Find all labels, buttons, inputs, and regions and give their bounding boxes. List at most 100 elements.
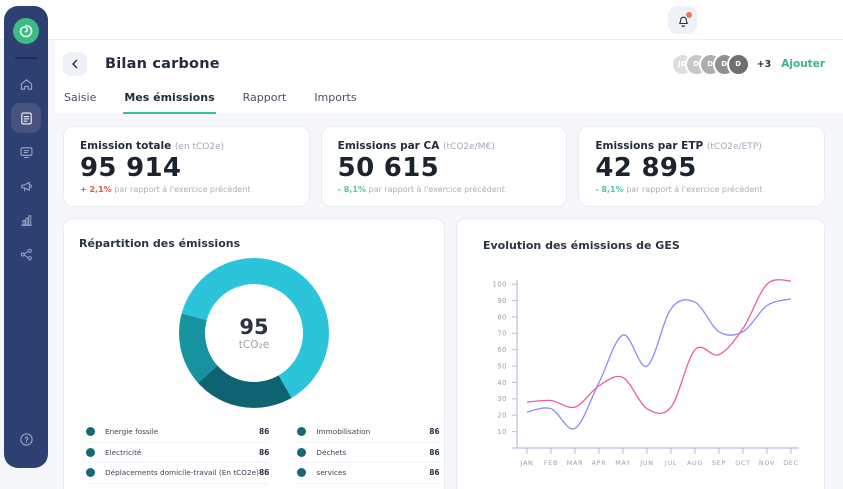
legend-label: Electricité	[105, 448, 259, 457]
legend-dot-icon	[86, 427, 95, 436]
svg-text:OCT: OCT	[735, 459, 751, 467]
document-icon	[19, 111, 34, 126]
logo-spiral-icon	[12, 17, 40, 45]
kpi-unit: (en tCO2e)	[175, 142, 224, 152]
kpi-title: Emissions par CA (tCO2e/M€)	[338, 140, 551, 152]
home-icon	[19, 77, 34, 92]
tab-bar: Saisie Mes émissions Rapport Imports	[63, 87, 825, 114]
sidebar-item-announcements[interactable]	[11, 171, 41, 201]
svg-text:AUG: AUG	[687, 459, 703, 467]
page-header: Bilan carbone JD D D D D +3 Ajouter Sais…	[55, 40, 843, 115]
hierarchy-icon	[19, 247, 34, 262]
kpi-delta-text: par rapport à l'exercice précédent	[114, 185, 250, 194]
legend-dot-icon	[86, 448, 95, 457]
main-content: Bilan carbone JD D D D D +3 Ajouter Sais…	[55, 40, 843, 489]
tab-imports[interactable]: Imports	[313, 87, 357, 114]
kpi-delta-percent: - 8,1%	[338, 185, 366, 194]
app-logo[interactable]	[12, 17, 40, 45]
svg-text:60: 60	[497, 346, 507, 354]
megaphone-icon	[19, 179, 34, 194]
charts-row: Répartition des émissions 95 tCO₂e Energ…	[63, 218, 825, 489]
kpi-delta-text: par rapport à l'exercice précédent	[626, 185, 762, 194]
svg-text:40: 40	[497, 379, 507, 387]
page-title: Bilan carbone	[105, 56, 220, 72]
notification-badge	[685, 11, 693, 19]
kpi-card-emissions-par-etp: Emissions par ETP (tCO2e/ETP) 42 895 - 8…	[578, 126, 825, 207]
legend-column-left: Energie fossile86 Electricité86 Déplacem…	[86, 422, 269, 489]
avatar-group[interactable]: JD D D D D	[671, 53, 750, 76]
kpi-unit: (tCO2e/ETP)	[707, 142, 762, 152]
legend-value: 86	[429, 427, 439, 436]
legend-column-right: Immobilisation86 Déchets86 services86 Ut…	[297, 422, 439, 489]
kpi-delta: + 2,1% par rapport à l'exercice précéden…	[80, 185, 293, 194]
legend-item[interactable]: Utilisation des produits vendus86	[297, 484, 439, 489]
legend-item[interactable]: Déchets86	[297, 443, 439, 464]
line-chart-card: Evolution des émissions de GES 102030405…	[456, 218, 825, 489]
kpi-unit: (tCO2e/M€)	[443, 142, 495, 152]
kpi-card-emissions-par-ca: Emissions par CA (tCO2e/M€) 50 615 - 8,1…	[321, 126, 568, 207]
sidebar	[4, 6, 48, 468]
kpi-title: Emission totale (en tCO2e)	[80, 140, 293, 152]
sidebar-item-statistics[interactable]	[11, 205, 41, 235]
svg-text:APR: APR	[592, 459, 607, 467]
legend-item[interactable]: Déplacements domicile-travail (En tCO2e)…	[86, 463, 269, 484]
back-button[interactable]	[63, 52, 87, 76]
kpi-title-text: Emissions par CA	[338, 140, 440, 152]
tab-rapport[interactable]: Rapport	[242, 87, 288, 114]
sidebar-item-home[interactable]	[11, 69, 41, 99]
avatar[interactable]: D	[727, 53, 750, 76]
donut-legend: Energie fossile86 Electricité86 Déplacem…	[64, 422, 444, 489]
svg-text:100: 100	[493, 280, 507, 288]
donut-card: Répartition des émissions 95 tCO₂e Energ…	[63, 218, 445, 489]
donut-center-unit: tCO₂e	[239, 339, 269, 351]
legend-dot-icon	[297, 468, 306, 477]
sidebar-item-presentation[interactable]	[11, 137, 41, 167]
svg-text:20: 20	[497, 412, 507, 420]
legend-dot-icon	[86, 468, 95, 477]
kpi-title-text: Emissions par ETP	[595, 140, 703, 152]
line-chart-svg[interactable]: 102030405060708090100JANFEBMARAPRMAYJUNJ…	[471, 262, 807, 486]
avatar-more-count[interactable]: +3	[757, 59, 772, 70]
kpi-delta: - 8,1% par rapport à l'exercice précéden…	[595, 185, 808, 194]
svg-text:JUL: JUL	[664, 459, 677, 467]
legend-label: Déplacements domicile-travail (En tCO2e)	[105, 468, 259, 477]
donut-center: 95 tCO₂e	[205, 284, 303, 382]
content-area: Emission totale (en tCO2e) 95 914 + 2,1%…	[55, 115, 843, 489]
add-member-link[interactable]: Ajouter	[781, 58, 825, 70]
donut-center-value: 95	[239, 316, 268, 338]
kpi-delta: - 8,1% par rapport à l'exercice précéden…	[338, 185, 551, 194]
kpi-row: Emission totale (en tCO2e) 95 914 + 2,1%…	[63, 126, 825, 207]
svg-text:SEP: SEP	[712, 459, 726, 467]
svg-text:FEB: FEB	[544, 459, 558, 467]
svg-text:50: 50	[497, 362, 507, 370]
legend-label: services	[316, 468, 429, 477]
svg-text:DEC: DEC	[783, 459, 799, 467]
legend-value: 86	[259, 448, 269, 457]
svg-text:90: 90	[497, 297, 507, 305]
tab-mes-emissions[interactable]: Mes émissions	[123, 87, 215, 114]
svg-text:NOV: NOV	[759, 459, 775, 467]
legend-item[interactable]: services86	[297, 463, 439, 484]
svg-text:30: 30	[497, 395, 507, 403]
kpi-delta-percent: + 2,1%	[80, 185, 112, 194]
legend-item[interactable]: Electricité86	[86, 443, 269, 464]
donut-card-title: Répartition des émissions	[64, 237, 444, 250]
sidebar-item-help[interactable]	[11, 424, 41, 454]
sidebar-item-documents[interactable]	[11, 103, 41, 133]
legend-item[interactable]: Transport des visiteurs (En tCO2e)86	[86, 484, 269, 489]
sidebar-divider	[15, 57, 37, 59]
question-icon	[19, 432, 34, 447]
legend-label: Energie fossile	[105, 427, 259, 436]
topbar	[0, 0, 843, 40]
sidebar-item-organization[interactable]	[11, 239, 41, 269]
kpi-delta-text: par rapport à l'exercice précédent	[369, 185, 505, 194]
legend-item[interactable]: Immobilisation86	[297, 422, 439, 443]
tab-saisie[interactable]: Saisie	[63, 87, 97, 114]
notifications-button[interactable]	[668, 6, 697, 34]
donut-chart[interactable]: 95 tCO₂e	[179, 258, 329, 408]
legend-dot-icon	[297, 427, 306, 436]
line-chart-title: Evolution des émissions de GES	[457, 239, 824, 252]
kpi-title-text: Emission totale	[80, 140, 171, 152]
legend-value: 86	[429, 448, 439, 457]
legend-item[interactable]: Energie fossile86	[86, 422, 269, 443]
